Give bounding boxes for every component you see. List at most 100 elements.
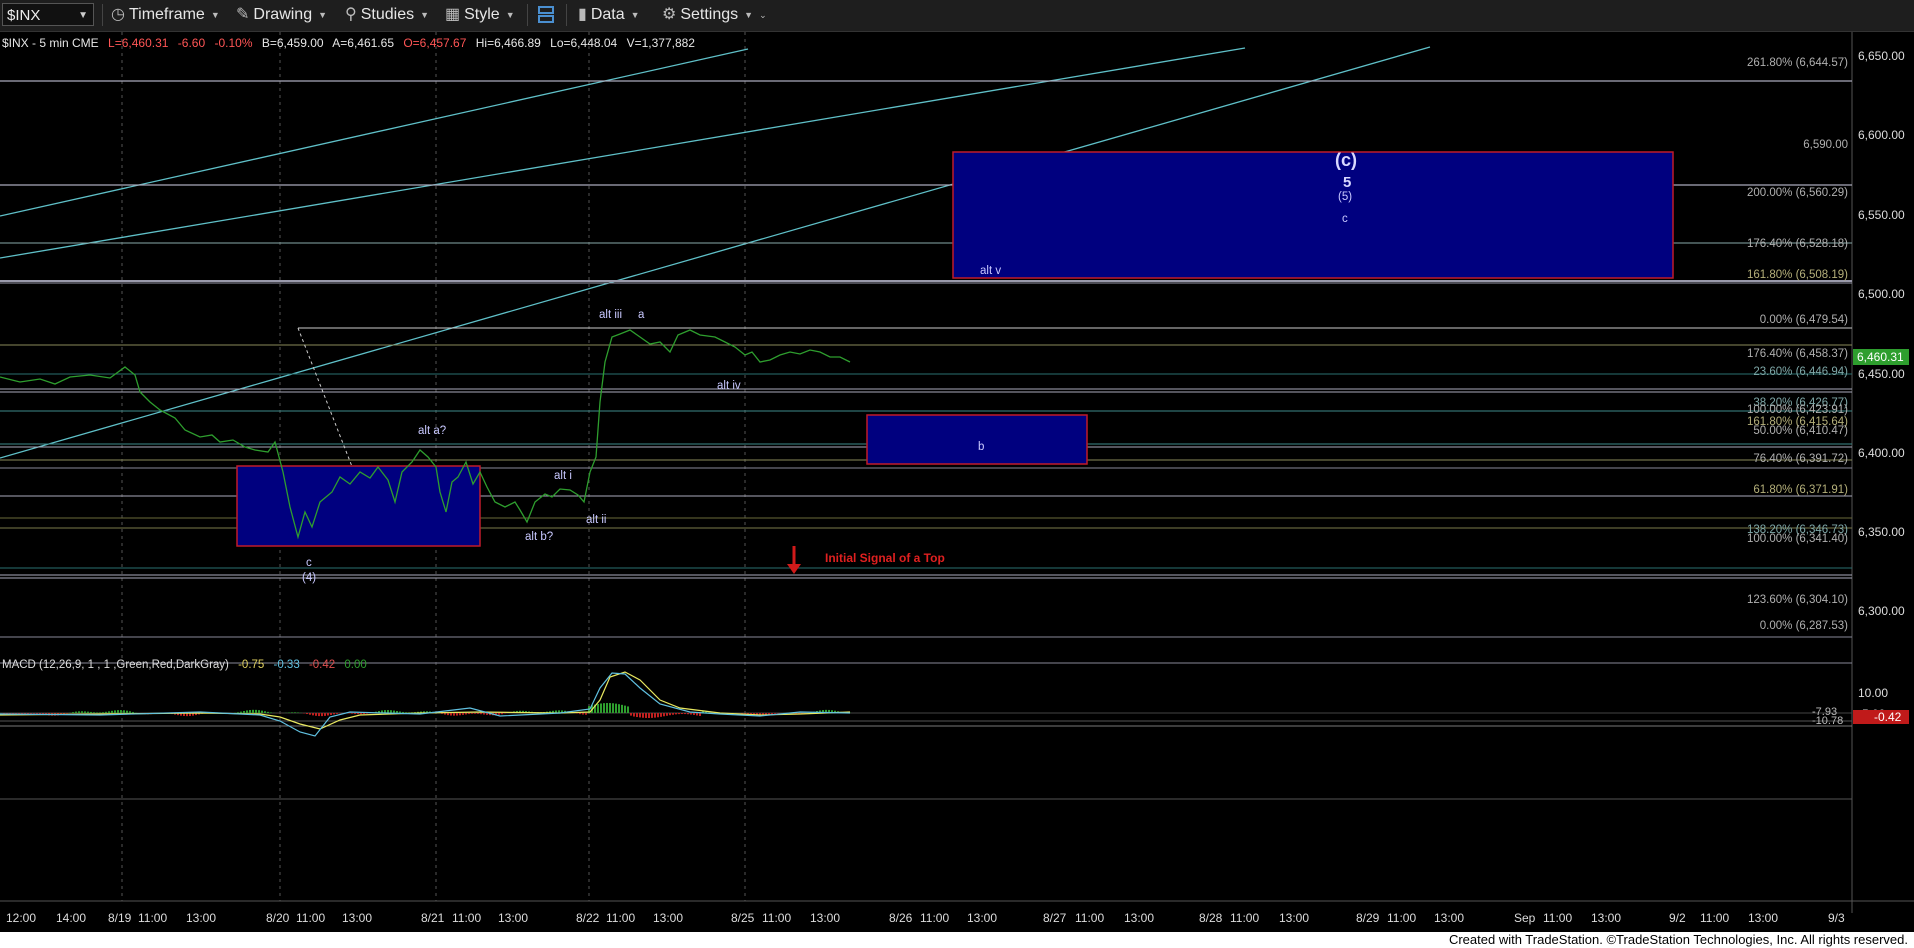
time-tick: 11:00 xyxy=(606,911,635,925)
style-button[interactable]: ▦ Style ▼ xyxy=(445,3,515,27)
time-tick: 11:00 xyxy=(138,911,167,925)
time-tick: 8/29 xyxy=(1356,911,1380,925)
style-icon: ▦ xyxy=(445,6,461,24)
macd-hist-bar xyxy=(609,703,611,713)
macd-tick: 10.00 xyxy=(1858,686,1888,700)
macd-hist-bar xyxy=(600,703,602,713)
time-tick: 13:00 xyxy=(1124,911,1154,925)
macd-hist-bar xyxy=(690,713,692,715)
macd-hist-bar xyxy=(795,713,797,714)
macd-hist-bar xyxy=(774,713,776,714)
time-tick: 11:00 xyxy=(1230,911,1259,925)
macd-hist-bar xyxy=(240,711,242,713)
symbol-selector[interactable]: $INX ▼ xyxy=(2,3,94,26)
layout-button[interactable] xyxy=(536,3,556,27)
wave-5-label: 5 xyxy=(1343,174,1351,191)
studies-button[interactable]: ⚲ Studies ▼ xyxy=(345,3,429,27)
wave-alt-v-label: alt v xyxy=(980,265,1001,277)
macd-hist-bar xyxy=(669,713,671,716)
drawing-button[interactable]: ✎ Drawing ▼ xyxy=(236,3,327,27)
macd-hist-bar xyxy=(306,713,308,715)
fib-label: 123.60% (6,304.10) xyxy=(1747,594,1848,606)
macd-hist-bar xyxy=(672,713,674,715)
macd-hist-bar xyxy=(684,713,686,715)
macd-hist-bar xyxy=(105,711,107,713)
macd-hist-bar xyxy=(402,711,404,713)
macd-hist-bar xyxy=(678,713,680,715)
macd-hist-bar xyxy=(693,713,695,715)
macd-hist-bar xyxy=(459,713,461,716)
macd-hist-bar xyxy=(243,710,245,713)
macd-hist-bar xyxy=(699,713,701,716)
macd-hist-bar xyxy=(603,703,605,713)
time-tick: 9/3 xyxy=(1828,911,1845,925)
macd-line xyxy=(0,672,851,737)
chevron-down-icon: ▼ xyxy=(505,10,515,20)
chevron-down-small-icon: ⌄ xyxy=(759,10,767,20)
macd-hist-bar xyxy=(621,704,623,713)
symbol-text: $INX xyxy=(7,7,41,24)
macd-hist-bar xyxy=(252,709,254,713)
time-tick: 11:00 xyxy=(762,911,791,925)
price-tick: 6,350.00 xyxy=(1858,525,1905,539)
macd-hist-bar xyxy=(327,713,329,716)
time-tick: 8/21 xyxy=(421,911,445,925)
signal-label: Initial Signal of a Top xyxy=(825,551,945,565)
drawing-label: Drawing xyxy=(253,6,313,24)
macd-hist-bar xyxy=(333,713,335,715)
macd-hist-bar xyxy=(33,713,35,714)
macd-hist-bar xyxy=(87,711,89,713)
settings-button[interactable]: ⚙ Settings ▼ ⌄ xyxy=(662,3,767,27)
fib-label: 0.00% (6,287.53) xyxy=(1760,620,1848,632)
time-tick: 11:00 xyxy=(920,911,949,925)
time-tick: 8/19 xyxy=(108,911,132,925)
time-tick: 13:00 xyxy=(810,911,840,925)
target-box-c[interactable] xyxy=(952,151,1674,279)
macd-hist-bar xyxy=(96,712,98,713)
macd-hist-bar xyxy=(291,712,293,713)
macd-hist-bar xyxy=(687,713,689,715)
macd-hist-bar xyxy=(642,713,644,718)
macd-hist-bar xyxy=(465,713,467,715)
time-tick: 11:00 xyxy=(1075,911,1104,925)
chevron-down-icon: ▼ xyxy=(630,10,640,20)
macd-hist-bar xyxy=(645,713,647,718)
macd-hist-bar xyxy=(363,713,365,715)
bar-chart-icon: ▮ xyxy=(578,6,587,24)
macd-hist-bar xyxy=(681,713,683,715)
timeframe-button[interactable]: ◷ Timeframe ▼ xyxy=(111,3,220,27)
macd-hist-bar xyxy=(93,712,95,713)
price-chart[interactable]: $INX - 5 min CME L=6,460.31 -6.60 -0.10%… xyxy=(0,32,1914,931)
macd-hist-bar xyxy=(321,713,323,717)
macd-hist-bar xyxy=(324,713,326,716)
fib-label: 176.40% (6,528.18) xyxy=(1747,238,1848,250)
time-tick: 13:00 xyxy=(1591,911,1621,925)
price-axis: 6,650.00 6,600.00 6,550.00 6,500.00 6,45… xyxy=(1858,49,1905,618)
time-tick: 11:00 xyxy=(1700,911,1729,925)
macd-hist-bar xyxy=(129,711,131,713)
chevron-down-icon: ▼ xyxy=(318,10,328,20)
macd-hist-bar xyxy=(267,711,269,713)
macd-hist-bar xyxy=(501,713,503,715)
wave-5-paren-label: (5) xyxy=(1338,191,1352,203)
macd-signal-line xyxy=(0,671,851,730)
macd-hist-bar xyxy=(582,713,584,715)
macd-hist-bar xyxy=(657,713,659,718)
time-tick: 13:00 xyxy=(653,911,683,925)
macd-hist-bar xyxy=(450,713,452,716)
macd-hist-bar xyxy=(663,713,665,717)
macd-hist-bar xyxy=(612,703,614,713)
time-axis: 12:00 14:00 8/19 11:00 13:00 8/20 11:00 … xyxy=(6,911,1845,925)
macd-hist-bar xyxy=(666,713,668,716)
macd-hist-bar xyxy=(246,710,248,713)
wave-alt-iv-label: alt iv xyxy=(717,380,741,392)
macd-hist-bar xyxy=(330,713,332,715)
macd-hist-bar xyxy=(309,713,311,715)
fib-label: 61.80% (6,371.91) xyxy=(1753,484,1848,496)
chevron-down-icon: ▼ xyxy=(78,10,88,21)
fib-label: 76.40% (6,391.72) xyxy=(1753,453,1848,465)
target-box-b[interactable] xyxy=(866,414,1088,465)
data-button[interactable]: ▮ Data ▼ xyxy=(578,3,640,27)
macd-hist-bar xyxy=(258,710,260,713)
macd-hist-bar xyxy=(111,710,113,713)
